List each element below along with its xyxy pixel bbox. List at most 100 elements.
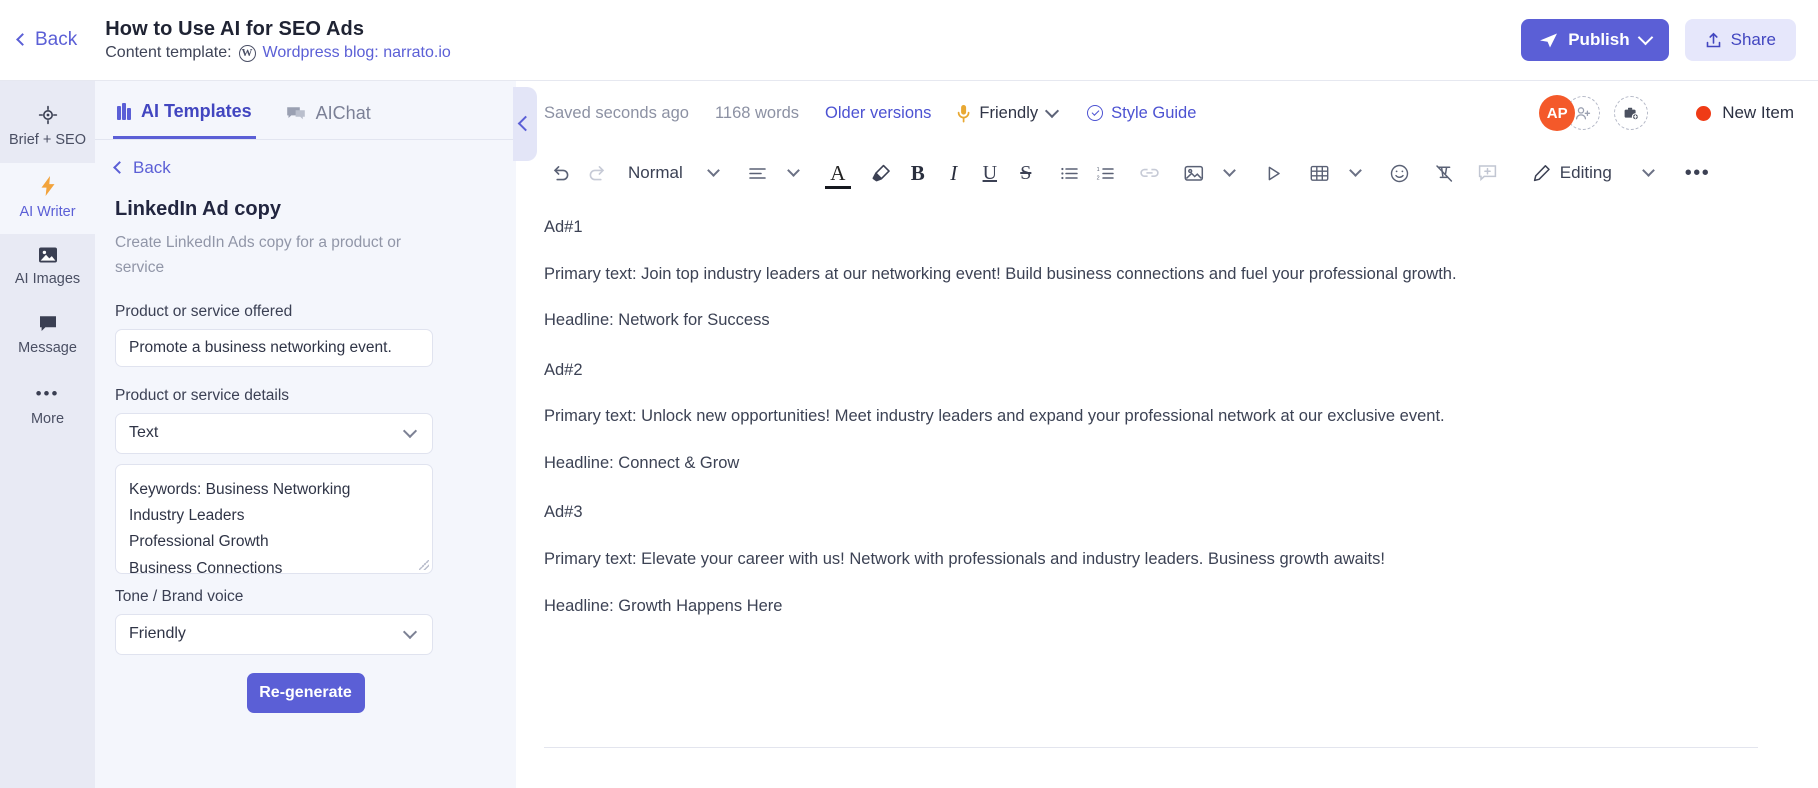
undo-icon[interactable]	[544, 156, 578, 190]
tab-aichat[interactable]: AIChat	[282, 81, 375, 139]
paragraph-style-chevron[interactable]	[697, 156, 731, 190]
chevron-left-icon	[113, 161, 126, 174]
ad-headline: Headline: Growth Happens Here	[544, 596, 783, 615]
tab-label: AIChat	[315, 102, 371, 123]
highlighter-icon[interactable]	[865, 156, 899, 190]
item-status-badge[interactable]: New Item	[1696, 103, 1794, 123]
status-badge: New Item	[1722, 103, 1794, 122]
italic-icon[interactable]: I	[937, 156, 971, 190]
ad-primary-text: Primary text: Unlock new opportunities! …	[544, 407, 1445, 426]
ellipsis-icon: •••	[35, 383, 60, 403]
sidebar-item-label: More	[30, 410, 65, 427]
textarea-line: Industry Leaders	[129, 506, 245, 524]
sidebar-item-ai-images[interactable]: AI Images	[0, 234, 95, 302]
collapse-panel-button[interactable]	[513, 87, 537, 161]
add-comment-icon[interactable]	[1471, 156, 1505, 190]
image-icon	[38, 246, 58, 264]
pencil-icon	[1533, 164, 1551, 182]
content-template-link[interactable]: W Wordpress blog: narrato.io	[238, 44, 451, 62]
back-button[interactable]: Back	[16, 29, 77, 51]
textarea-line: Business Connections	[129, 559, 283, 574]
chevron-down-icon	[1223, 164, 1237, 177]
table-chevron[interactable]	[1339, 156, 1373, 190]
product-offered-input[interactable]: Promote a business networking event.	[115, 328, 433, 367]
bold-icon[interactable]: B	[901, 156, 935, 190]
tone-value: Friendly	[979, 103, 1039, 122]
chevron-down-icon	[1045, 103, 1060, 118]
tone-select[interactable]: Friendly	[115, 613, 433, 655]
sidebar-item-more[interactable]: ••• More	[0, 371, 95, 442]
clear-format-icon[interactable]	[1427, 156, 1461, 190]
align-chevron[interactable]	[777, 156, 811, 190]
chevron-down-icon[interactable]	[1637, 29, 1653, 46]
text-color-icon[interactable]: A	[821, 156, 855, 190]
field-label: Tone / Brand voice	[115, 587, 244, 605]
tone-selector[interactable]: Friendly	[957, 103, 1061, 123]
ad-heading: Ad#1	[544, 218, 583, 236]
editing-mode-label: Editing	[1559, 163, 1612, 182]
add-briefcase-icon[interactable]	[1614, 96, 1649, 130]
redo-icon[interactable]	[580, 156, 614, 190]
editing-mode-button[interactable]: Editing	[1525, 156, 1620, 190]
style-guide-button[interactable]: Style Guide	[1087, 104, 1196, 123]
collaborators: AP	[1539, 95, 1649, 131]
panel-back-button[interactable]: Back	[113, 158, 496, 178]
paragraph-style-dropdown[interactable]: Normal	[616, 156, 695, 190]
editor-status-bar: Saved seconds ago 1168 words Older versi…	[516, 81, 1818, 145]
table-icon[interactable]	[1303, 156, 1337, 190]
sidebar-item-message[interactable]: Message	[0, 302, 95, 371]
product-details-textarea[interactable]: Keywords: Business Networking Industry L…	[115, 463, 433, 574]
icon-rail: Brief + SEO AI Writer AI Images Message …	[0, 81, 95, 788]
templates-icon	[117, 103, 131, 120]
ad-heading: Ad#3	[544, 503, 583, 522]
image-icon[interactable]	[1177, 156, 1211, 190]
older-versions-link[interactable]: Older versions	[825, 104, 931, 123]
play-icon[interactable]	[1257, 156, 1291, 190]
check-badge-icon	[1087, 105, 1104, 121]
sidebar-item-label: AI Writer	[19, 203, 76, 220]
numbered-list-icon[interactable]: 1 2	[1089, 156, 1123, 190]
underline-icon[interactable]: U	[973, 156, 1007, 190]
field-product-details: Product or service details Text Keywords…	[115, 387, 496, 574]
chevron-left-icon	[16, 33, 29, 46]
status-dot	[1696, 105, 1712, 121]
ad-primary-text: Primary text: Join top industry leaders …	[544, 264, 1457, 283]
target-icon	[38, 105, 58, 125]
chevron-down-icon	[787, 164, 801, 177]
ad-block: Ad#2 Primary text: Unlock new opportunit…	[544, 358, 1758, 477]
resize-grip[interactable]	[419, 559, 429, 570]
panel-back-label: Back	[133, 158, 171, 177]
microphone-icon	[957, 104, 970, 123]
toolbar-more-button[interactable]: •••	[1680, 156, 1716, 190]
formatting-toolbar: Normal A B I U S 1 2 Editing •••	[516, 145, 1818, 201]
field-label: Product or service details	[115, 386, 290, 404]
content-template-row: Content template: W Wordpress blog: narr…	[105, 44, 451, 62]
save-status: Saved seconds ago	[544, 103, 689, 122]
ad-block: Ad#3 Primary text: Elevate your career w…	[544, 500, 1758, 619]
select-value: Text	[129, 424, 159, 442]
style-guide-label: Style Guide	[1111, 103, 1197, 122]
field-product-offered: Product or service offered Promote a bus…	[115, 303, 496, 367]
strikethrough-icon[interactable]: S	[1009, 156, 1043, 190]
bullet-list-icon[interactable]	[1053, 156, 1087, 190]
upload-icon	[1705, 32, 1722, 49]
chat-icon	[286, 106, 306, 121]
sidebar-item-brief-seo[interactable]: Brief + SEO	[0, 93, 95, 163]
share-button[interactable]: Share	[1684, 19, 1796, 61]
document-body[interactable]: Ad#1 Primary text: Join top industry lea…	[516, 201, 1818, 788]
ad-block: Ad#1 Primary text: Join top industry lea…	[544, 215, 1758, 334]
chat-bubble-icon	[38, 314, 58, 333]
publish-button[interactable]: Publish	[1521, 19, 1669, 61]
image-chevron[interactable]	[1213, 156, 1247, 190]
regenerate-button[interactable]: Re-generate	[246, 672, 365, 713]
avatar[interactable]: AP	[1539, 95, 1576, 131]
tab-ai-templates[interactable]: AI Templates	[113, 81, 256, 139]
align-left-icon[interactable]	[741, 156, 775, 190]
emoji-icon[interactable]	[1383, 156, 1417, 190]
editing-mode-chevron[interactable]	[1632, 156, 1666, 190]
app-root: Back How to Use AI for SEO Ads Content t…	[0, 0, 1818, 788]
lightning-bolt-icon	[39, 175, 57, 197]
product-details-select[interactable]: Text	[115, 412, 433, 454]
link-icon[interactable]	[1133, 156, 1167, 190]
sidebar-item-ai-writer[interactable]: AI Writer	[0, 162, 95, 235]
